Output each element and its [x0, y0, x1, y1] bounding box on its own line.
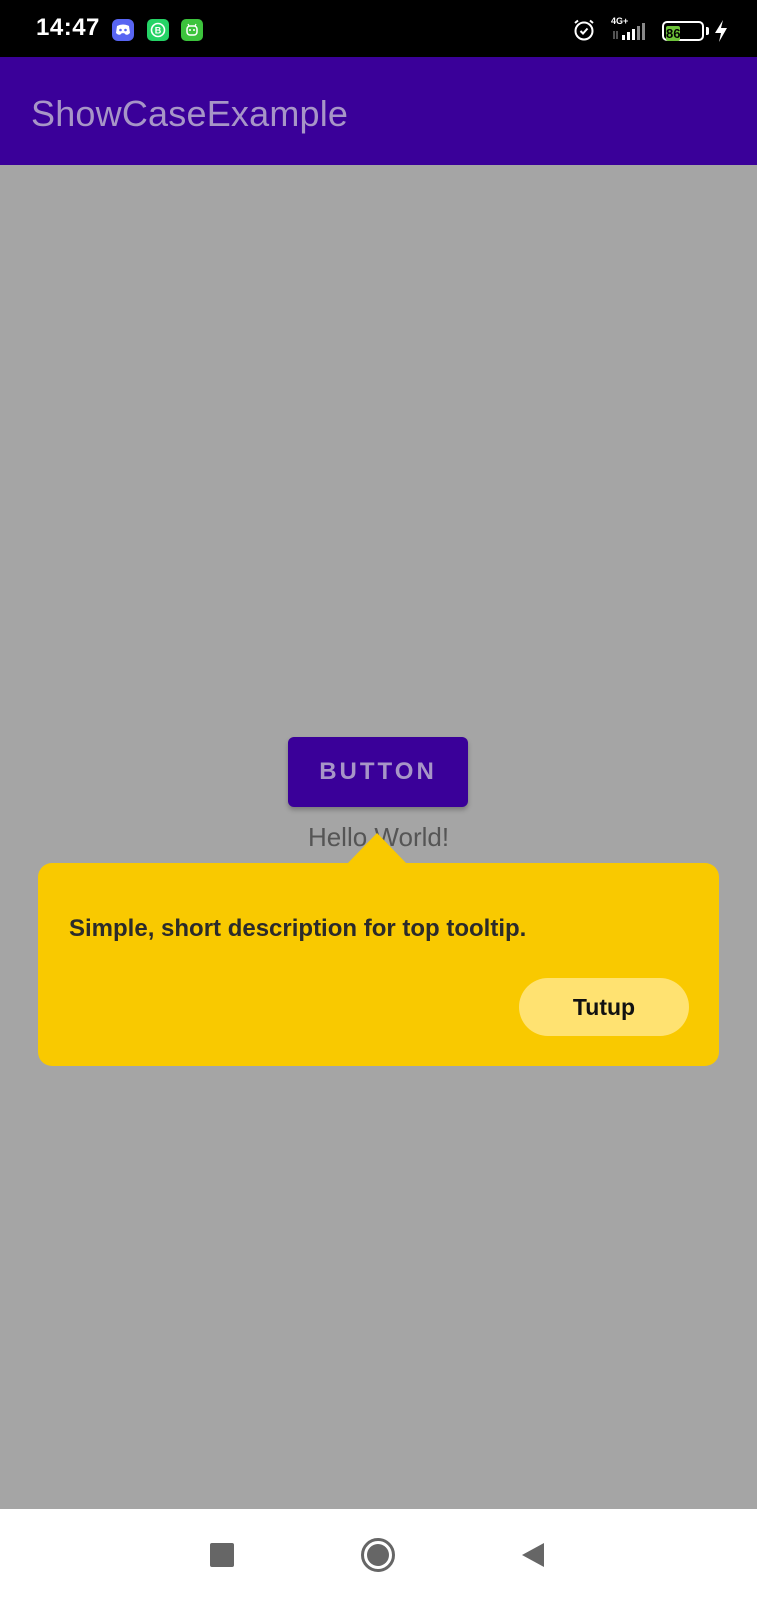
alarm-icon	[572, 18, 596, 47]
battery-icon: 86	[662, 21, 704, 41]
recents-icon[interactable]	[210, 1543, 234, 1567]
battery-level: 86	[666, 26, 681, 41]
discord-icon	[112, 19, 134, 41]
charging-bolt-icon	[714, 19, 728, 48]
back-icon[interactable]	[520, 1541, 546, 1574]
status-bar: 14:47 B 4G+ 86	[0, 0, 757, 57]
whatsapp-business-icon: B	[147, 19, 169, 41]
android-icon	[181, 19, 203, 41]
screen: 14:47 B 4G+ 86 ShowCaseExample BUTTON He…	[0, 0, 757, 1600]
status-time: 14:47	[36, 14, 100, 41]
home-icon[interactable]	[360, 1537, 396, 1578]
tooltip-description: Simple, short description for top toolti…	[69, 915, 527, 942]
signal-icon	[612, 22, 652, 47]
showcase-tooltip: Simple, short description for top toolti…	[38, 863, 719, 1066]
battery-tip	[706, 27, 709, 35]
app-bar: ShowCaseExample	[0, 57, 757, 165]
svg-text:B: B	[155, 26, 162, 36]
tooltip-arrow	[347, 833, 407, 864]
main-button[interactable]: BUTTON	[288, 737, 468, 807]
tooltip-close-button[interactable]: Tutup	[519, 978, 689, 1036]
app-title: ShowCaseExample	[31, 93, 349, 134]
